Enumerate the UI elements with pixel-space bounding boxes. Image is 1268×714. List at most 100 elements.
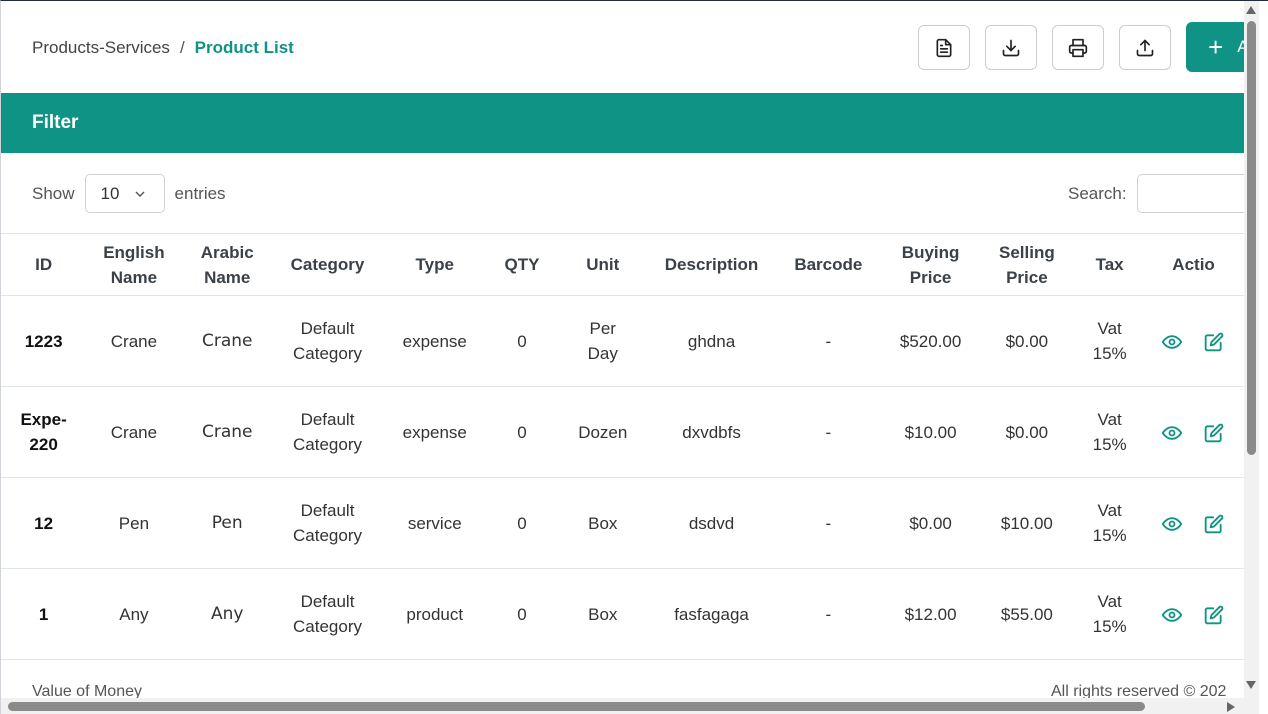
cell-line: Vat — [1097, 319, 1122, 338]
print-icon — [1068, 38, 1088, 57]
cell-tax: Vat 15% — [1074, 386, 1145, 478]
cell-selling-price: $0.00 — [978, 386, 1075, 478]
column-header-arabic-name[interactable]: Arabic Name — [181, 233, 273, 296]
column-header-unit[interactable]: Unit — [556, 233, 649, 296]
column-header-id[interactable]: ID — [1, 233, 87, 296]
cell-selling-price: $10.00 — [978, 477, 1075, 569]
column-header-qty[interactable]: QTY — [487, 233, 557, 296]
cell-type: product — [382, 568, 488, 660]
add-product-label: A — [1237, 37, 1244, 57]
cell-line: Vat — [1097, 592, 1122, 611]
edit-icon[interactable] — [1204, 605, 1224, 625]
cell-buying-price: $12.00 — [882, 568, 979, 660]
column-header-tax[interactable]: Tax — [1074, 233, 1145, 296]
cell-category: Default Category — [272, 477, 383, 569]
cell-actions — [1144, 386, 1244, 478]
filter-panel-header[interactable]: Filter — [1, 93, 1244, 153]
cell-selling-price: $0.00 — [978, 295, 1075, 387]
scroll-right-arrow-icon[interactable] — [1227, 702, 1235, 712]
cell-line: Box — [588, 513, 618, 533]
table-row: Expe- 220 Crane Crane Default Category exp… — [1, 386, 1244, 478]
cell-description: dsdvd — [648, 477, 775, 569]
cell-line: Category — [293, 617, 362, 636]
page-viewport: Products-Services / Product List + Filte… — [0, 0, 1268, 714]
download-icon — [1002, 39, 1020, 56]
cell-tax: Vat 15% — [1074, 477, 1145, 569]
entries-per-page-value: 10 — [100, 183, 120, 203]
cell-barcode: - — [774, 568, 883, 660]
column-header-description[interactable]: Description — [648, 233, 775, 296]
edit-icon[interactable] — [1204, 332, 1224, 352]
cell-unit: Box — [556, 477, 649, 569]
column-header-barcode[interactable]: Barcode — [774, 233, 883, 296]
scroll-down-arrow-icon[interactable] — [1246, 681, 1256, 689]
edit-icon[interactable] — [1204, 423, 1224, 443]
cell-line: 15% — [1092, 526, 1127, 545]
cell-english-name: Crane — [86, 295, 182, 387]
cell-id: 1 — [1, 568, 87, 660]
add-product-button[interactable]: + A — [1186, 22, 1244, 72]
cell-line: 12 — [34, 513, 54, 533]
cell-id: Expe- 220 — [1, 386, 87, 478]
cell-selling-price: $55.00 — [978, 568, 1075, 660]
horizontal-scrollbar-thumb[interactable] — [8, 702, 1145, 711]
view-eye-icon[interactable] — [1162, 332, 1183, 352]
cell-line: 15% — [1092, 617, 1127, 636]
cell-buying-price: $0.00 — [882, 477, 979, 569]
cell-line: Default — [300, 319, 355, 338]
vertical-scrollbar[interactable] — [1244, 1, 1259, 701]
cell-description: dxvdbfs — [648, 386, 775, 478]
scroll-up-arrow-icon[interactable] — [1246, 6, 1256, 14]
cell-line: Category — [293, 526, 362, 545]
export-document-button[interactable] — [918, 25, 970, 70]
cell-qty: 0 — [487, 295, 557, 387]
entries-per-page-select[interactable]: 10 — [84, 174, 165, 213]
cell-english-name: Pen — [86, 477, 182, 569]
cell-buying-price: $10.00 — [882, 386, 979, 478]
cell-arabic-name: Crane — [181, 295, 273, 387]
column-header-category[interactable]: Category — [272, 233, 383, 296]
column-header-selling-price[interactable]: Selling Price — [978, 233, 1075, 296]
column-header-buying-price[interactable]: Buying Price — [882, 233, 979, 296]
cell-tax: Vat 15% — [1074, 295, 1145, 387]
cell-english-name: Any — [86, 568, 182, 660]
cell-buying-price: $520.00 — [882, 295, 979, 387]
cell-line: 1 — [38, 604, 49, 624]
cell-line: Dozen — [578, 422, 628, 442]
cell-tax: Vat 15% — [1074, 568, 1145, 660]
search-input[interactable] — [1136, 174, 1244, 213]
cell-line: Vat — [1097, 410, 1122, 429]
cell-barcode: - — [774, 386, 883, 478]
chevron-down-icon — [135, 191, 145, 197]
breadcrumb-parent-link[interactable]: Products-Services — [32, 38, 170, 58]
edit-icon[interactable] — [1204, 514, 1224, 534]
cell-line: Category — [293, 435, 362, 454]
view-eye-icon[interactable] — [1162, 605, 1183, 625]
horizontal-scrollbar[interactable] — [1, 698, 1259, 714]
cell-unit: Per Day — [556, 295, 649, 387]
print-button[interactable] — [1052, 25, 1104, 70]
breadcrumb-separator: / — [179, 38, 185, 57]
view-eye-icon[interactable] — [1162, 423, 1183, 443]
cell-actions — [1144, 295, 1244, 387]
cell-type: expense — [382, 386, 488, 478]
breadcrumb: Products-Services / Product List — [32, 38, 294, 58]
cell-line: 15% — [1092, 344, 1127, 363]
document-icon — [936, 38, 952, 57]
cell-line: 1223 — [24, 331, 63, 351]
cell-line: 220 — [29, 435, 58, 454]
cell-line: 15% — [1092, 435, 1127, 454]
column-header-english-name[interactable]: English Name — [86, 233, 182, 296]
upload-button[interactable] — [1119, 25, 1171, 70]
search-label: Search: — [1068, 183, 1127, 203]
column-header-type[interactable]: Type — [382, 233, 488, 296]
download-button[interactable] — [985, 25, 1037, 70]
table-row: 12 Pen Pen Default Category service 0 Box… — [1, 477, 1244, 569]
view-eye-icon[interactable] — [1162, 514, 1183, 534]
cell-unit: Dozen — [556, 386, 649, 478]
cell-category: Default Category — [272, 568, 383, 660]
vertical-scrollbar-thumb[interactable] — [1247, 21, 1256, 455]
plus-icon: + — [1208, 32, 1224, 62]
cell-arabic-name: Pen — [181, 477, 273, 569]
breadcrumb-current: Product List — [194, 38, 294, 57]
